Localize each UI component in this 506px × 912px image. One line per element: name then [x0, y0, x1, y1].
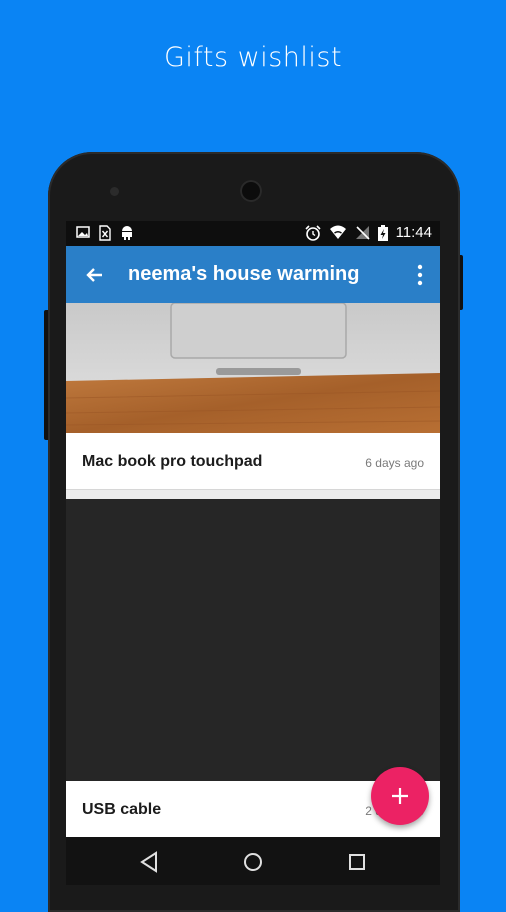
add-item-button[interactable]: [371, 767, 429, 825]
promo-headline: Gifts wishlist: [163, 42, 343, 73]
app-bar: neema's house warming: [66, 246, 440, 303]
more-vert-icon[interactable]: [414, 262, 426, 288]
item-name: USB cable: [82, 801, 162, 818]
no-signal-icon: [355, 226, 370, 240]
arrow-back-icon[interactable]: [80, 260, 110, 290]
home-nav-icon[interactable]: [238, 847, 268, 877]
sim-error-icon: [99, 225, 111, 241]
status-bar: 11:44: [66, 221, 440, 246]
back-nav-icon[interactable]: [134, 847, 164, 877]
page-title: neema's house warming: [128, 263, 360, 285]
alarm-icon: [304, 224, 321, 241]
image-icon: [76, 226, 90, 238]
status-time: 11:44: [395, 224, 432, 241]
item-time: 6 days ago: [365, 456, 424, 470]
earpiece-speaker: [240, 180, 262, 202]
android-icon: [122, 226, 132, 240]
dark-photo[interactable]: [66, 499, 440, 781]
battery-charging-icon: [377, 224, 388, 241]
list-item[interactable]: Mac book pro touchpad 6 days ago: [66, 433, 440, 490]
front-camera: [110, 187, 119, 196]
recents-nav-icon[interactable]: [342, 847, 372, 877]
add-icon: [392, 788, 408, 804]
card-divider: [66, 490, 440, 499]
item-name: Mac book pro touchpad: [82, 453, 263, 470]
navigation-bar: [66, 837, 440, 885]
wifi-icon: [329, 225, 346, 239]
macbook-touchpad-photo[interactable]: [66, 303, 440, 433]
item-photo: [66, 303, 440, 433]
